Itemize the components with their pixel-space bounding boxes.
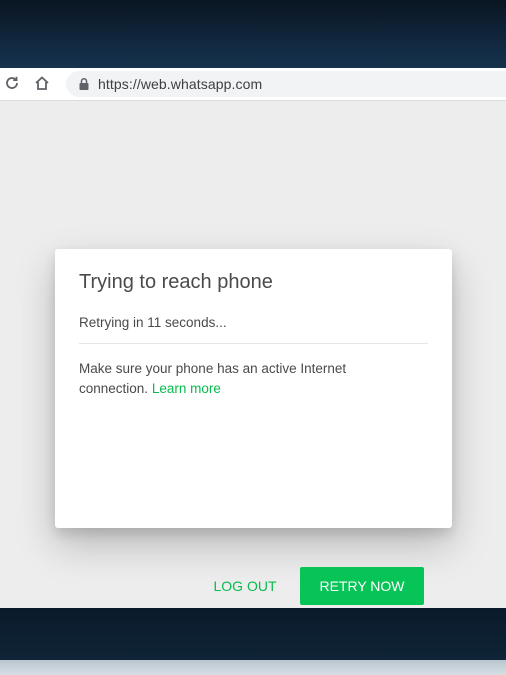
desktop-background-bottom <box>0 608 506 660</box>
dialog-title: Trying to reach phone <box>79 271 273 293</box>
web-page: Trying to reach phone Retrying in 11 sec… <box>0 101 506 608</box>
browser-toolbar: https://web.whatsapp.com <box>0 68 506 101</box>
address-bar[interactable]: https://web.whatsapp.com <box>66 71 506 97</box>
reload-icon[interactable] <box>3 74 21 92</box>
retry-now-button[interactable]: RETRY NOW <box>300 567 424 605</box>
dialog-body: Make sure your phone has an active Inter… <box>79 359 399 399</box>
desktop-background-top <box>0 0 506 68</box>
retry-status: Retrying in 11 seconds... <box>79 315 227 330</box>
taskbar-strip <box>0 660 506 675</box>
connection-dialog: Trying to reach phone Retrying in 11 sec… <box>55 249 452 605</box>
lock-icon <box>78 77 90 91</box>
dialog-divider <box>79 343 428 344</box>
screenshot-frame: https://web.whatsapp.com Trying to reach… <box>0 0 506 675</box>
home-icon[interactable] <box>33 74 51 92</box>
url-text: https://web.whatsapp.com <box>98 76 263 92</box>
log-out-button[interactable]: LOG OUT <box>205 567 285 605</box>
learn-more-link[interactable]: Learn more <box>152 381 221 396</box>
